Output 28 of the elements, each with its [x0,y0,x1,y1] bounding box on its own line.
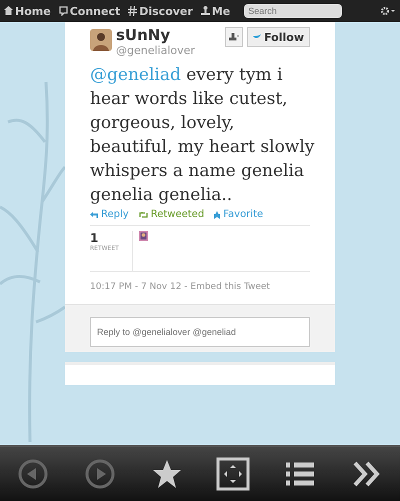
connect-icon [58,6,68,16]
retweet-icon [138,212,148,218]
settings-icon[interactable] [380,6,396,16]
search-field[interactable]: Search [244,4,342,18]
forward-icon [82,457,117,491]
follow-button[interactable]: Follow [247,27,310,47]
nav-link[interactable]: Me [200,4,230,18]
reply-field[interactable]: Reply to @genelialover @geneliad [90,317,310,347]
retweet-count: 1 [90,231,100,245]
user-handle: @genelialover [116,44,196,57]
person-icon [229,33,240,41]
reply-icon [90,212,98,218]
fullscreen-icon [216,457,250,491]
person-icon [200,6,210,16]
hashtag-icon [128,6,138,16]
toolbar-button[interactable] [216,457,250,491]
avatar-icon [139,231,148,241]
user-menu-button[interactable] [225,27,244,47]
nav-link[interactable]: Home [4,4,51,18]
home-icon [4,6,13,16]
back-icon [16,457,50,491]
user-name: sUnNy [116,27,172,44]
nav-link[interactable]: Connect [58,4,120,18]
star-icon [214,210,220,218]
avatar-icon [90,29,112,51]
tweet-text: @geneliad every tym i hear words like cutest, gorgeous, lovely, beautiful, my heart slowly whispers a name genelia genelia genelia.. [90,64,316,207]
tweet-timestamp: 10:17 PM - 7 Nov 12 - Embed this Tweet [90,281,271,292]
nav-link[interactable]: Discover [128,4,193,18]
